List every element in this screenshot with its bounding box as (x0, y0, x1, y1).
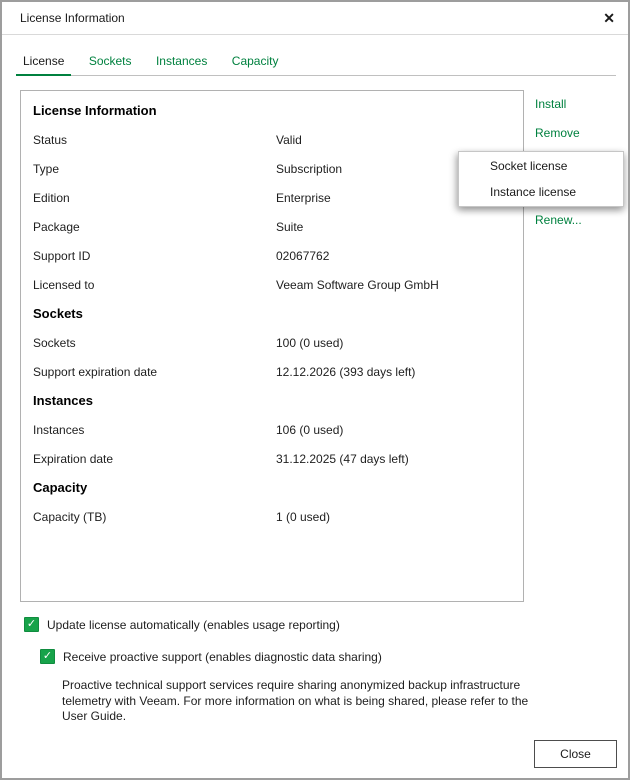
row-capacity-tb: Capacity (TB) 1 (0 used) (33, 502, 523, 531)
row-licensed-to: Licensed to Veeam Software Group GmbH (33, 270, 523, 299)
update-license-checkbox-row: ✓ Update license automatically (enables … (24, 617, 340, 632)
row-label: Package (33, 219, 80, 234)
proactive-support-label: Receive proactive support (enables diagn… (63, 649, 382, 664)
row-value: 12.12.2026 (393 days left) (276, 364, 416, 379)
row-value: Subscription (276, 161, 343, 176)
row-value: Suite (276, 219, 304, 234)
section-heading-capacity: Capacity (33, 480, 88, 495)
close-button[interactable]: Close (534, 740, 617, 768)
row-label: Support expiration date (33, 364, 158, 379)
row-label: Support ID (33, 248, 91, 263)
row-label: Type (33, 161, 60, 176)
row-instances: Instances 106 (0 used) (33, 415, 523, 444)
section-heading-license-information: License Information (33, 103, 157, 118)
tab-capacity[interactable]: Capacity (225, 36, 286, 76)
remove-link[interactable]: Remove (535, 126, 580, 140)
row-value: 1 (0 used) (276, 509, 331, 524)
tab-instances[interactable]: Instances (149, 36, 214, 76)
row-label: Edition (33, 190, 70, 205)
section-heading-instances: Instances (33, 393, 93, 408)
tab-sockets[interactable]: Sockets (82, 36, 139, 76)
row-value: Valid (276, 132, 302, 147)
menu-item-instance-license[interactable]: Instance license (459, 179, 623, 205)
dialog-title: License Information (20, 11, 125, 25)
row-label: Expiration date (33, 451, 114, 466)
row-expiration-date: Expiration date 31.12.2025 (47 days left… (33, 444, 523, 473)
proactive-support-description: Proactive technical support services req… (62, 678, 529, 723)
row-label: Sockets (33, 335, 76, 350)
row-support-id: Support ID 02067762 (33, 241, 523, 270)
tab-license[interactable]: License (16, 36, 72, 76)
row-status: Status Valid (33, 125, 523, 154)
row-edition: Edition Enterprise (33, 183, 523, 212)
row-sockets: Sockets 100 (0 used) (33, 328, 523, 357)
update-license-checkbox[interactable]: ✓ (24, 617, 39, 632)
row-label: Instances (33, 422, 85, 437)
install-link[interactable]: Install (535, 97, 566, 111)
row-value: 02067762 (276, 248, 330, 263)
row-package: Package Suite (33, 212, 523, 241)
row-value: 106 (0 used) (276, 422, 344, 437)
title-bar: License Information ✕ (2, 2, 628, 35)
row-value: 100 (0 used) (276, 335, 344, 350)
tab-bar: License Sockets Instances Capacity (16, 36, 616, 76)
section-heading-sockets: Sockets (33, 306, 83, 321)
row-value: Enterprise (276, 190, 331, 205)
row-support-expiration-date: Support expiration date 12.12.2026 (393 … (33, 357, 523, 386)
remove-context-menu: Socket license Instance license (458, 151, 624, 207)
menu-item-socket-license[interactable]: Socket license (459, 153, 623, 179)
row-label: Capacity (TB) (33, 509, 107, 524)
license-info-panel: License Information Status Valid Type Su… (20, 90, 524, 602)
update-license-label: Update license automatically (enables us… (47, 617, 340, 632)
proactive-support-checkbox-row: ✓ Receive proactive support (enables dia… (40, 649, 382, 664)
row-value: Veeam Software Group GmbH (276, 277, 439, 292)
close-icon[interactable]: ✕ (603, 2, 615, 34)
proactive-support-checkbox[interactable]: ✓ (40, 649, 55, 664)
row-label: Licensed to (33, 277, 95, 292)
row-value: 31.12.2025 (47 days left) (276, 451, 409, 466)
renew-link[interactable]: Renew... (535, 213, 582, 227)
row-label: Status (33, 132, 68, 147)
row-type: Type Subscription (33, 154, 523, 183)
check-icon: ✓ (26, 618, 37, 630)
license-information-dialog: License Information ✕ License Sockets In… (0, 0, 630, 780)
check-icon: ✓ (42, 650, 53, 662)
